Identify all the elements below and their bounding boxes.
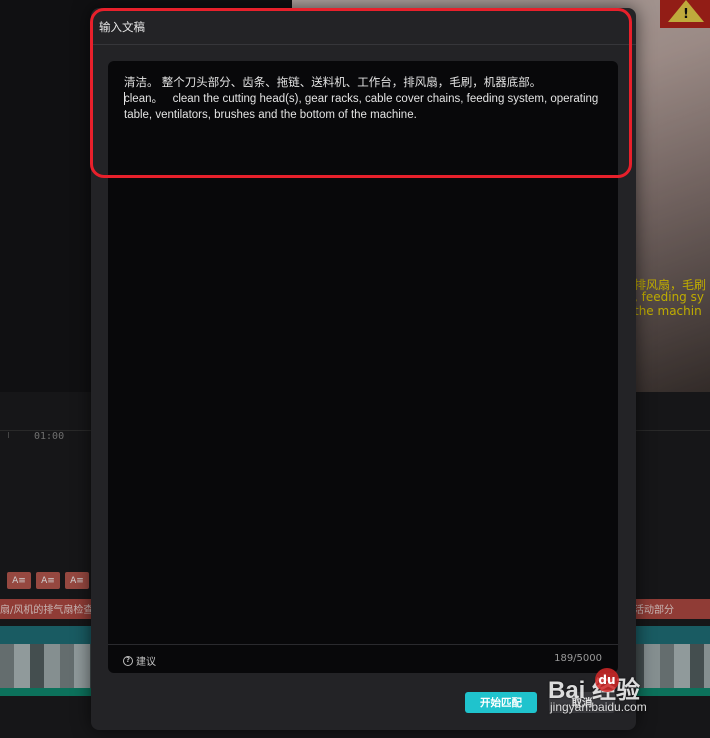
cancel-button[interactable]: 取消 [549, 692, 615, 713]
dialog-title: 输入文稿 [99, 20, 145, 34]
text-caret [124, 92, 125, 105]
start-match-button[interactable]: 开始匹配 [465, 692, 537, 713]
editor-footer-divider [108, 644, 618, 645]
question-circle-icon: ? [123, 655, 133, 666]
suggestion-link[interactable]: ? 建议 [123, 653, 156, 668]
dialog-divider [91, 44, 636, 45]
suggestion-label: 建议 [136, 657, 156, 668]
character-count: 189/5000 [554, 653, 602, 664]
script-text[interactable]: 清洁。 整个刀头部分、齿条、拖链、送料机、工作台，排风扇，毛刷，机器底部。 cl… [124, 75, 606, 123]
input-script-dialog: 输入文稿 清洁。 整个刀头部分、齿条、拖链、送料机、工作台，排风扇，毛刷，机器底… [91, 8, 636, 730]
script-editor[interactable]: 清洁。 整个刀头部分、齿条、拖链、送料机、工作台，排风扇，毛刷，机器底部。 cl… [108, 61, 618, 673]
